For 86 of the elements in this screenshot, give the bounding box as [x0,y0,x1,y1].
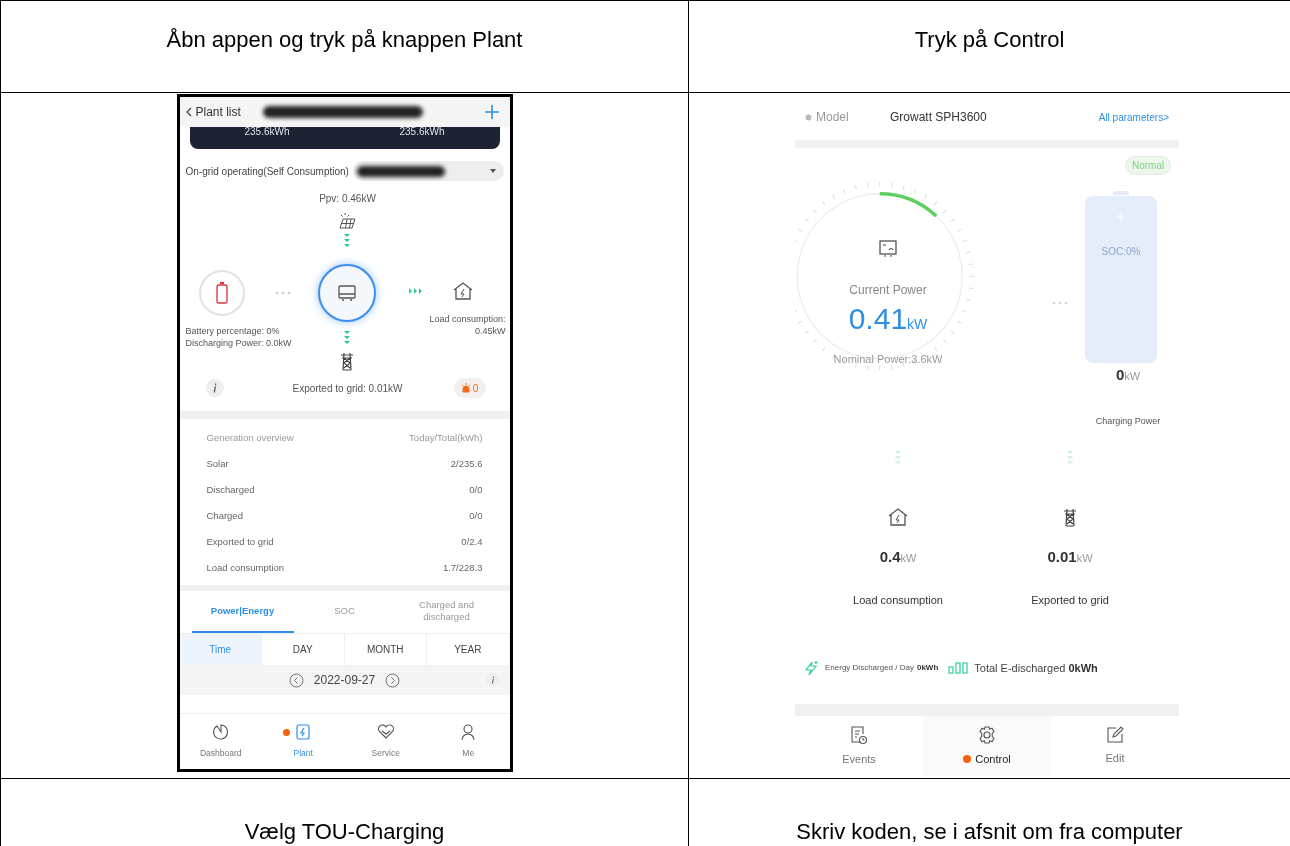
flow-dots-icon [1052,301,1068,305]
battery-icon [215,282,228,304]
current-power-value: 0.41kW [847,302,929,336]
solar-panel-icon [336,210,357,230]
overview-value: 0/2.4 [461,534,483,549]
step-heading: Åbn appen og tryk på knappen Plant [166,26,523,54]
caret-icon[interactable] [489,169,496,173]
current-power-label: Current Power [849,283,927,297]
alarm-light-icon[interactable] [460,383,471,393]
inverter-icon [336,284,357,302]
nominal-power-label: Nominal Power:3.6kW [833,353,943,365]
previous-date-icon[interactable] [288,672,304,688]
load-consumption-label: Load consumption: [429,313,506,325]
charging-power-label: Charging Power [1095,416,1161,426]
model-icon [805,113,812,121]
nav-tab[interactable]: Service [344,714,427,769]
edit-icon[interactable] [1106,725,1124,744]
energy-day-value: 0kWh [916,662,939,675]
banner-value: 235.6kWh [399,127,445,137]
flow-arrows-icon [894,451,902,465]
pv-power-label: Ppv: 0.46kW [319,193,376,204]
range-tab[interactable]: Time [179,634,262,665]
nav-tab[interactable]: Me [427,714,510,769]
exported-to-grid-value: 0.01kW [1046,547,1094,567]
banner-value: 235.6kWh [244,127,290,137]
soc-label: SOC:0% [1101,245,1141,259]
status-badge: Normal [1125,156,1172,175]
step-heading: Tryk på Control [914,26,1065,54]
bar-chart-icon [948,662,969,675]
overview-title: Generation overview [206,430,294,445]
overview-label: Load consumption [206,560,285,575]
house-icon [451,281,474,301]
overview-value: 1.7/228.3 [442,560,483,575]
overview-value: 0/0 [469,508,483,523]
load-consumption-value: 0.4kW [878,547,918,567]
step-heading: Vælg TOU-Charging [244,818,445,846]
exported-to-grid-label: Exported to grid: 0.01kW [292,383,403,394]
model-name: Growatt SPH3600 [890,109,987,126]
flow-arrows-icon [342,331,351,345]
energy-day-label: Energy Discharged / Day [825,662,914,675]
chart-tab[interactable]: Charged and discharged [395,591,498,633]
flow-arrows-icon [1066,451,1074,465]
flow-arrows-icon [408,287,423,295]
person-icon[interactable] [459,723,478,742]
exported-to-grid-label: Exported to grid [1031,594,1109,606]
lightning-panel-icon[interactable] [294,723,313,742]
flow-dots-icon [274,291,291,295]
operating-mode: On-grid operating(Self Consumption) [185,164,349,179]
chart-tab[interactable]: SOC [293,591,396,633]
inverter-icon [878,239,898,259]
plant-selector[interactable] [352,161,504,181]
step-heading: Skriv koden, se i afsnit om fra computer [796,818,1183,846]
overview-value: 2/235.6 [450,456,483,471]
load-consumption-label: Load consumption [853,594,943,606]
overview-unit: Today/Total(kWh) [409,430,483,445]
info-icon[interactable] [485,673,500,687]
info-icon[interactable] [205,379,224,397]
discharging-power-label: Discharging Power: 0.0kW [185,337,292,349]
date-label: 2022-09-27 [313,672,376,689]
power-tower-icon [1062,507,1078,527]
alarm-button[interactable]: 0 [453,378,486,398]
power-tower-icon [338,351,355,371]
overview-label: Charged [206,508,243,523]
back-chevron-icon[interactable] [185,107,192,117]
energy-total-label: Total E-discharged [974,661,1066,676]
model-label: Model [816,109,850,126]
charging-power-value: 0kW [1114,365,1142,385]
overview-label: Discharged [206,482,255,497]
event-log-icon[interactable] [850,724,868,745]
all-parameters-link[interactable]: All parameters> [1098,109,1169,125]
flow-arrows-icon [342,234,351,248]
overview-value: 0/0 [469,482,483,497]
overview-label: Solar [206,456,229,471]
energy-total-value: 0kWh [1068,661,1098,676]
nav-tab[interactable]: Dashboard [179,714,262,769]
nav-tab[interactable]: Control [923,716,1051,776]
house-icon [887,507,909,527]
battery-percentage-label: Battery percentage: 0% [185,325,280,337]
settings-icon[interactable] [977,724,997,745]
next-date-icon[interactable] [385,672,401,688]
overview-label: Exported to grid [206,534,274,549]
lightning-icon [803,660,819,677]
back-link[interactable]: Plant list [195,103,241,121]
load-consumption-value: 0.45kW [475,325,506,337]
gauge-icon[interactable] [211,723,230,742]
nav-tab[interactable]: Plant [262,714,345,769]
